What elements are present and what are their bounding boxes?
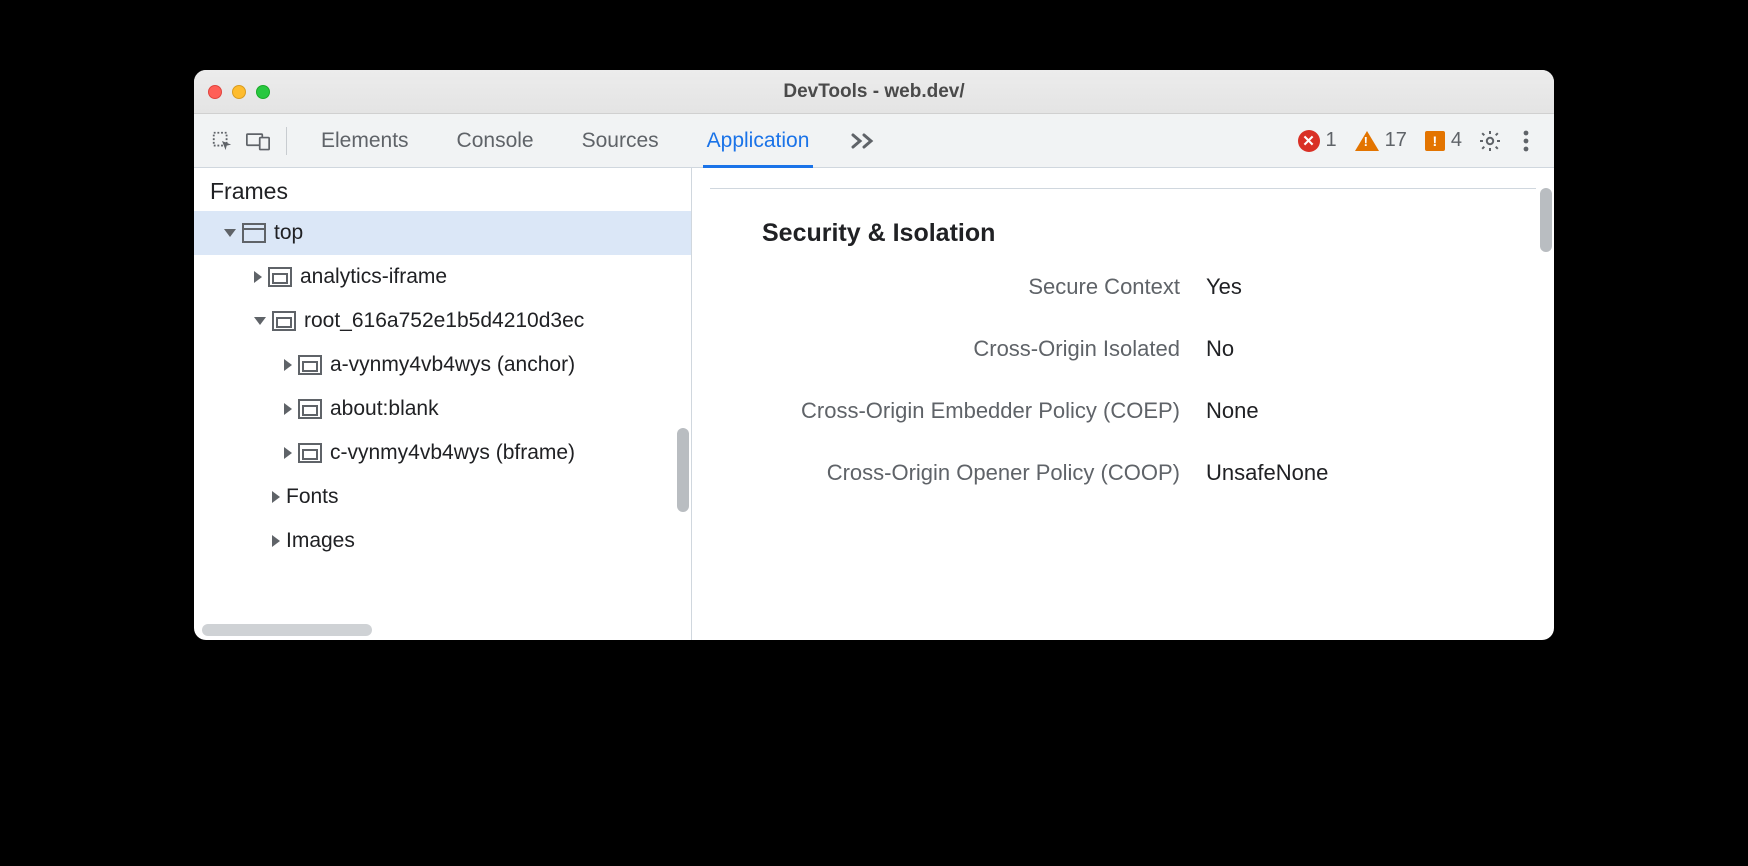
error-icon: ✕: [1298, 130, 1320, 152]
frame-detail: Security & Isolation Secure Context Yes …: [692, 168, 1554, 640]
settings-icon[interactable]: [1472, 123, 1508, 159]
detail-key: Secure Context: [710, 274, 1180, 300]
tree-label: root_616a752e1b5d4210d3ec: [304, 309, 584, 333]
tree-row-about-blank[interactable]: about:blank: [194, 387, 691, 431]
tree-row-anchor[interactable]: a-vynmy4vb4wys (anchor): [194, 343, 691, 387]
warnings-count: 17: [1385, 129, 1407, 152]
devtools-toolbar: Elements Console Sources Application ✕ 1…: [194, 114, 1554, 168]
more-tabs-icon[interactable]: [841, 123, 885, 159]
more-options-icon[interactable]: [1508, 123, 1544, 159]
tab-sources[interactable]: Sources: [558, 114, 683, 167]
tree-label: analytics-iframe: [300, 265, 447, 289]
sidebar-scrollbar[interactable]: [677, 428, 689, 512]
frames-tree: top analytics-iframe root_616a752e1b5d42…: [194, 211, 691, 640]
sidebar-title: Frames: [194, 168, 691, 211]
tab-application[interactable]: Application: [683, 114, 834, 167]
chevron-down-icon: [254, 317, 266, 325]
iframe-icon: [298, 399, 322, 419]
detail-row: Cross-Origin Isolated No: [710, 336, 1536, 362]
detail-row: Secure Context Yes: [710, 274, 1536, 300]
issues-count: 4: [1451, 129, 1462, 152]
warning-icon: [1355, 131, 1379, 151]
tree-label: c-vynmy4vb4wys (bframe): [330, 441, 575, 465]
section-title: Security & Isolation: [762, 219, 1536, 248]
detail-key: Cross-Origin Isolated: [710, 336, 1180, 362]
detail-value: None: [1206, 398, 1536, 424]
titlebar: DevTools - web.dev/: [194, 70, 1554, 114]
device-toolbar-icon[interactable]: [240, 123, 276, 159]
detail-key: Cross-Origin Opener Policy (COOP): [710, 460, 1180, 486]
status-counters: ✕ 1 17 ! 4: [1298, 129, 1463, 152]
tab-elements[interactable]: Elements: [297, 114, 433, 167]
errors-count: 1: [1326, 129, 1337, 152]
chevron-right-icon: [284, 403, 292, 415]
detail-value: Yes: [1206, 274, 1536, 300]
iframe-icon: [272, 311, 296, 331]
chevron-right-icon: [272, 535, 280, 547]
warnings-counter[interactable]: 17: [1355, 129, 1407, 152]
toolbar-divider: [286, 127, 287, 155]
chevron-right-icon: [272, 491, 280, 503]
tree-label: Fonts: [286, 485, 339, 509]
tree-row-analytics-iframe[interactable]: analytics-iframe: [194, 255, 691, 299]
iframe-icon: [268, 267, 292, 287]
tree-row-top[interactable]: top: [194, 211, 691, 255]
tree-row-fonts[interactable]: Fonts: [194, 475, 691, 519]
chevron-down-icon: [224, 229, 236, 237]
detail-row: Cross-Origin Embedder Policy (COEP) None: [710, 398, 1536, 424]
tree-label: top: [274, 221, 303, 245]
chevron-right-icon: [254, 271, 262, 283]
issues-counter[interactable]: ! 4: [1425, 129, 1462, 152]
tree-row-bframe[interactable]: c-vynmy4vb4wys (bframe): [194, 431, 691, 475]
window-frame-icon: [242, 223, 266, 243]
tab-console[interactable]: Console: [433, 114, 558, 167]
tree-label: Images: [286, 529, 355, 553]
devtools-window: DevTools - web.dev/ Elements Console Sou…: [194, 70, 1554, 640]
sidebar-h-scrollbar[interactable]: [202, 624, 372, 636]
detail-row: Cross-Origin Opener Policy (COOP) Unsafe…: [710, 460, 1536, 486]
tree-row-images[interactable]: Images: [194, 519, 691, 563]
detail-value: No: [1206, 336, 1536, 362]
iframe-icon: [298, 355, 322, 375]
detail-key: Cross-Origin Embedder Policy (COEP): [710, 398, 1180, 424]
panel-body: Frames top analytics-iframe: [194, 168, 1554, 640]
errors-counter[interactable]: ✕ 1: [1298, 129, 1337, 152]
window-title: DevTools - web.dev/: [194, 81, 1554, 103]
chevron-right-icon: [284, 447, 292, 459]
chevron-right-icon: [284, 359, 292, 371]
frames-sidebar: Frames top analytics-iframe: [194, 168, 692, 640]
panel-tabs: Elements Console Sources Application: [297, 114, 833, 167]
tree-row-root-hash[interactable]: root_616a752e1b5d4210d3ec: [194, 299, 691, 343]
iframe-icon: [298, 443, 322, 463]
detail-value: UnsafeNone: [1206, 460, 1536, 486]
inspect-element-icon[interactable]: [204, 123, 240, 159]
tree-label: a-vynmy4vb4wys (anchor): [330, 353, 575, 377]
detail-scrollbar[interactable]: [1540, 188, 1552, 252]
issue-icon: !: [1425, 131, 1445, 151]
tree-label: about:blank: [330, 397, 439, 421]
